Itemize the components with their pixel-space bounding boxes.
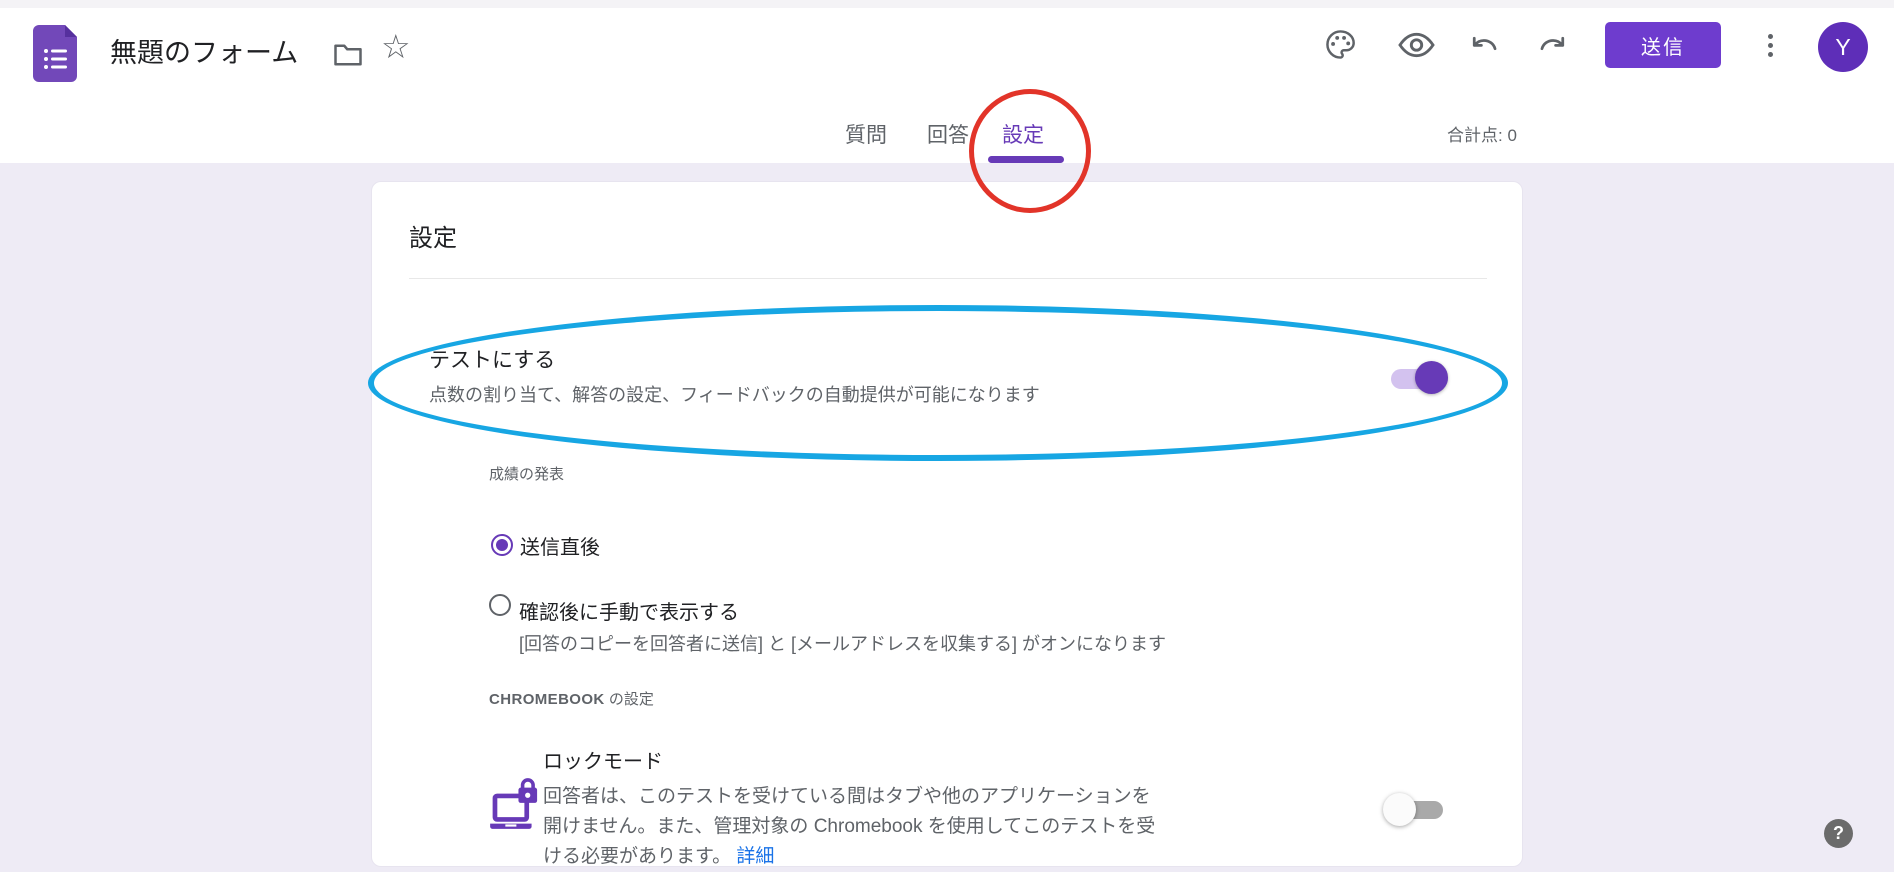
more-options-kebab-icon[interactable]: [1762, 30, 1778, 70]
radio-manual-review-label[interactable]: 確認後に手動で表示する: [519, 596, 739, 625]
chromebook-settings-label: CHROMEBOOK の設定: [489, 688, 654, 709]
move-folder-icon[interactable]: [333, 42, 363, 72]
help-icon[interactable]: ?: [1824, 819, 1853, 848]
radio-immediately[interactable]: [491, 534, 513, 556]
release-grades-label: 成績の発表: [489, 463, 564, 484]
theme-palette-icon[interactable]: [1324, 28, 1357, 66]
tab-responses[interactable]: 回答: [927, 119, 969, 149]
total-points-label: 合計点: 0: [1447, 121, 1517, 146]
locked-mode-desc-line2: 開けません。また、管理対象の Chromebook を使用してこのテストを受: [543, 816, 1155, 837]
locked-mode-toggle-thumb[interactable]: [1383, 793, 1416, 826]
make-quiz-title: テストにする: [429, 344, 555, 374]
radio-manual-review-description: [回答のコピーを回答者に送信] と [メールアドレスを収集する] がオンになりま…: [519, 630, 1166, 656]
radio-immediately-label[interactable]: 送信直後: [520, 531, 600, 560]
redo-icon[interactable]: [1538, 30, 1571, 68]
google-forms-logo-icon[interactable]: [33, 25, 77, 87]
locked-mode-desc-line1: 回答者は、このテストを受けている間はタブや他のアプリケーションを: [543, 786, 1151, 807]
settings-heading: 設定: [409, 218, 457, 253]
settings-card: 設定 テストにする 点数の割り当て、解答の設定、フィードバックの自動提供が可能に…: [371, 181, 1523, 867]
details-link[interactable]: 詳細: [736, 846, 774, 867]
locked-mode-title: ロックモード: [543, 745, 663, 774]
tab-settings[interactable]: 設定: [1002, 119, 1044, 149]
send-button[interactable]: 送信: [1605, 22, 1721, 68]
radio-manual-review[interactable]: [489, 594, 511, 616]
star-icon[interactable]: ☆: [381, 30, 411, 63]
chromebook-settings-label-strong: CHROMEBOOK: [489, 691, 605, 708]
laptop-lock-icon: [490, 778, 540, 841]
top-strip: [0, 0, 1894, 8]
undo-icon[interactable]: [1466, 30, 1499, 68]
account-avatar[interactable]: Y: [1818, 22, 1868, 72]
tab-questions[interactable]: 質問: [845, 119, 887, 149]
quiz-toggle-thumb[interactable]: [1415, 361, 1448, 394]
preview-eye-icon[interactable]: [1398, 32, 1435, 63]
chromebook-settings-label-rest: の設定: [605, 691, 654, 708]
locked-mode-desc-line3: ける必要があります。: [543, 846, 731, 867]
active-tab-indicator: [988, 156, 1064, 163]
divider: [409, 278, 1487, 279]
form-title[interactable]: 無題のフォーム: [110, 31, 298, 70]
make-quiz-description: 点数の割り当て、解答の設定、フィードバックの自動提供が可能になります: [429, 381, 1040, 407]
locked-mode-description: 回答者は、このテストを受けている間はタブや他のアプリケーションを 開けません。ま…: [543, 782, 1155, 872]
